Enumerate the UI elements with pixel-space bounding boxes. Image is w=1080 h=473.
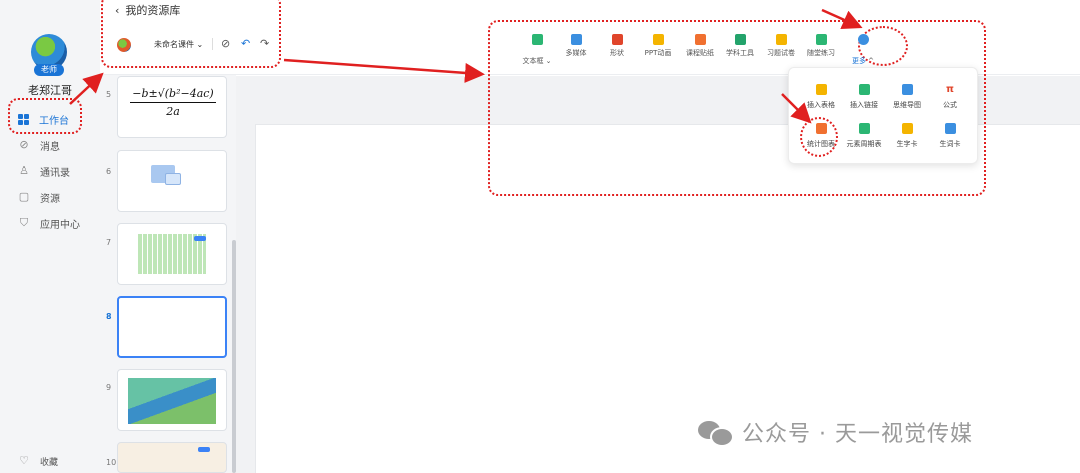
formula-denominator: 2a	[166, 105, 180, 118]
heart-icon: ♡	[19, 454, 29, 467]
nav-item-app-center[interactable]: ⛉ 应用中心	[18, 214, 80, 232]
slide-number: 10	[106, 458, 117, 467]
slide-thumbnail[interactable]	[117, 223, 227, 285]
ribbon-item[interactable]: PPT动画	[638, 34, 678, 58]
ribbon-item-icon	[694, 34, 706, 45]
watermark-text: 公众号 · 天一视觉传媒	[742, 422, 973, 447]
badge-icon	[198, 447, 210, 452]
username: 老郑江哥	[28, 84, 72, 97]
ribbon-item-label: 文本框	[522, 57, 544, 65]
nav-item-label: 应用中心	[40, 219, 80, 231]
contacts-icon: ♙	[19, 164, 29, 177]
ribbon-item-label: 习题试卷	[767, 49, 795, 57]
nav-item-contacts[interactable]: ♙ 通讯录	[18, 162, 70, 180]
chevron-down-icon: ^	[865, 57, 875, 65]
slide-thumbnail[interactable]: −b±√(b²−4ac) 2a	[117, 76, 227, 138]
nav-item-messages[interactable]: ⊘ 消息	[18, 136, 60, 154]
ribbon-item-label: 课程贴纸	[686, 49, 714, 57]
slide-number: 5	[106, 90, 112, 99]
ribbon-item[interactable]: 习题试卷	[761, 34, 801, 58]
slide-thumbnail-active[interactable]	[117, 296, 227, 358]
nav-item-favorites[interactable]: ♡ 收藏	[18, 452, 58, 470]
role-badge: 老师	[34, 64, 64, 76]
formula-numerator: −b±√(b²−4ac)	[130, 87, 216, 103]
ribbon-item[interactable]: 文本框 ⌄	[517, 34, 557, 67]
annotation-circle-chart	[800, 117, 838, 157]
ribbon-item[interactable]: 课程贴纸	[680, 34, 720, 58]
shield-icon: ⛉	[19, 216, 29, 229]
annotation-highlight-workbench	[8, 98, 82, 134]
ribbon-item-icon	[652, 34, 664, 45]
ribbon-item-icon	[531, 34, 543, 45]
ribbon-item-icon	[815, 34, 827, 45]
nav-item-label: 通讯录	[40, 167, 70, 179]
watermark: 公众号 · 天一视觉传媒	[698, 416, 973, 448]
slide-thumbnail[interactable]	[117, 150, 227, 212]
ribbon-item-icon	[611, 34, 623, 45]
badge-icon	[194, 236, 206, 241]
wechat-icon	[698, 419, 734, 447]
app-root: 老师 老郑江哥 工作台 ⊘ 消息 ♙ 通讯录 ▢ 资源 ⛉ 应用中心 ♡ 收藏 …	[0, 0, 1080, 473]
formula-preview: −b±√(b²−4ac) 2a	[130, 87, 216, 118]
ribbon-item[interactable]: 多媒体	[556, 34, 596, 58]
slide-number: 9	[106, 383, 112, 392]
check-circle-icon: ⊘	[19, 138, 29, 151]
ribbon-item-icon	[857, 34, 869, 45]
ribbon-item[interactable]: 学科工具	[720, 34, 760, 58]
slide-number: 8	[106, 312, 112, 321]
ribbon-item-label: 随堂练习	[807, 49, 835, 57]
nav-item-label: 消息	[40, 141, 60, 153]
ribbon-item[interactable]: 形状	[597, 34, 637, 58]
ribbon-item-icon	[734, 34, 746, 45]
game-preview	[128, 378, 216, 424]
annotation-highlight-header	[101, 0, 281, 68]
slide-number: 6	[106, 167, 112, 176]
ribbon-item-label: 学科工具	[726, 49, 754, 57]
folder-icon: ▢	[18, 190, 30, 203]
nav-item-label: 收藏	[40, 457, 59, 468]
ribbon-item-icon	[570, 34, 582, 45]
ribbon-item-label: 形状	[610, 49, 624, 57]
ribbon-item-icon	[775, 34, 787, 45]
chevron-down-icon: ⌄	[543, 57, 552, 65]
slide-thumbnail[interactable]	[117, 442, 227, 473]
ribbon-item[interactable]: 更多 ^	[843, 34, 883, 67]
nav-item-resources[interactable]: ▢ 资源	[18, 188, 60, 206]
ribbon-item-label: PPT动画	[644, 49, 672, 57]
ribbon-item-label: 更多	[851, 57, 866, 65]
ribbon-item[interactable]: 随堂练习	[801, 34, 841, 58]
nav-item-label: 资源	[40, 193, 60, 205]
slide-number: 7	[106, 238, 112, 247]
ribbon-item-label: 多媒体	[565, 49, 587, 57]
image-overlay-icon	[165, 173, 181, 185]
left-nav: 老师 老郑江哥 工作台 ⊘ 消息 ♙ 通讯录 ▢ 资源 ⛉ 应用中心 ♡ 收藏	[0, 0, 100, 473]
slide-thumbnail[interactable]	[117, 369, 227, 431]
